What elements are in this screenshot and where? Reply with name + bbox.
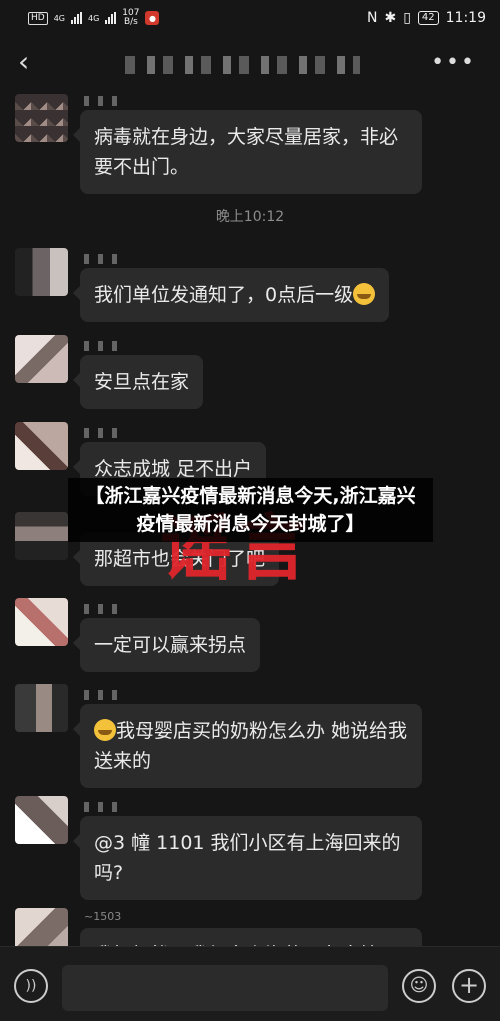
- emoji-icon[interactable]: ☺: [402, 969, 436, 1003]
- nfc-icon: N: [366, 10, 378, 26]
- avatar[interactable]: [15, 796, 68, 844]
- message-bubble[interactable]: 我好担忧，我很多上海的朋友大樯: [80, 928, 422, 946]
- chat-title-blurred: [125, 56, 360, 74]
- network-type-2: 4G: [88, 13, 100, 23]
- avatar[interactable]: [15, 94, 68, 142]
- message-text: 我母婴店买的奶粉怎么办 她说给我送来的: [94, 720, 408, 772]
- time-divider: 晚上10:12: [215, 209, 285, 225]
- voice-input-icon[interactable]: )): [14, 969, 48, 1003]
- message-bubble[interactable]: 我们单位发通知了，0点后一级: [72, 268, 390, 322]
- avatar[interactable]: [15, 598, 68, 646]
- battery-icon: 42: [417, 11, 439, 25]
- sender-name-blurred: [84, 341, 124, 351]
- avatar[interactable]: [15, 248, 68, 296]
- plus-icon[interactable]: +: [452, 969, 486, 1003]
- signal-icon-2: [105, 12, 117, 24]
- message-bubble[interactable]: @3 幢 1101 我们小区有上海回来的吗?: [73, 816, 422, 900]
- sender-name-partial: ~1503: [84, 910, 122, 923]
- more-icon[interactable]: •••: [431, 50, 476, 75]
- message-text: 我们单位发通知了，0点后一级: [94, 284, 354, 306]
- grimace-emoji-icon: [94, 719, 116, 741]
- sender-name-blurred: [84, 254, 124, 264]
- avatar[interactable]: [15, 908, 68, 946]
- sender-name-blurred: [84, 96, 124, 106]
- message-bubble[interactable]: 病毒就在身边，大家尽量居家，非必要不出门。: [73, 110, 422, 194]
- sender-name-blurred: [84, 802, 124, 812]
- message-bubble[interactable]: 我母婴店买的奶粉怎么办 她说给我送来的: [73, 704, 422, 788]
- vibrate-icon: ▯: [403, 10, 411, 26]
- notification-app-icon: ●: [145, 11, 160, 25]
- hd-badge: HD: [28, 11, 48, 25]
- avatar[interactable]: [15, 512, 68, 560]
- message-bubble[interactable]: 一定可以赢来拐点: [72, 618, 261, 672]
- message-input[interactable]: [62, 965, 388, 1011]
- signal-icon-1: [71, 12, 82, 24]
- input-bar: )) ☺ +: [0, 946, 500, 1021]
- bluetooth-icon: ✱: [384, 10, 397, 26]
- sender-name-blurred: [84, 604, 124, 614]
- back-icon[interactable]: ‹: [18, 48, 42, 76]
- avatar[interactable]: [15, 422, 68, 470]
- message-bubble[interactable]: 安旦点在家: [72, 355, 204, 409]
- clock: 11:19: [445, 10, 486, 26]
- sender-name-blurred: [84, 428, 124, 438]
- nav-bar: ‹ •••: [0, 36, 500, 88]
- network-speed: 107 B/s: [122, 9, 139, 27]
- sender-name-blurred: [84, 690, 124, 700]
- status-bar: HD 4G 4G 107 B/s ● N ✱ ▯ 42 11:19: [0, 0, 500, 36]
- network-type-1: 4G: [53, 13, 65, 23]
- speed-unit: B/s: [123, 17, 138, 27]
- avatar[interactable]: [15, 335, 68, 383]
- headline-banner: 【浙江嘉兴疫情最新消息今天,浙江嘉兴疫情最新消息今天封城了】: [68, 478, 433, 542]
- avatar[interactable]: [15, 684, 68, 732]
- grimace-emoji-icon: [353, 283, 376, 305]
